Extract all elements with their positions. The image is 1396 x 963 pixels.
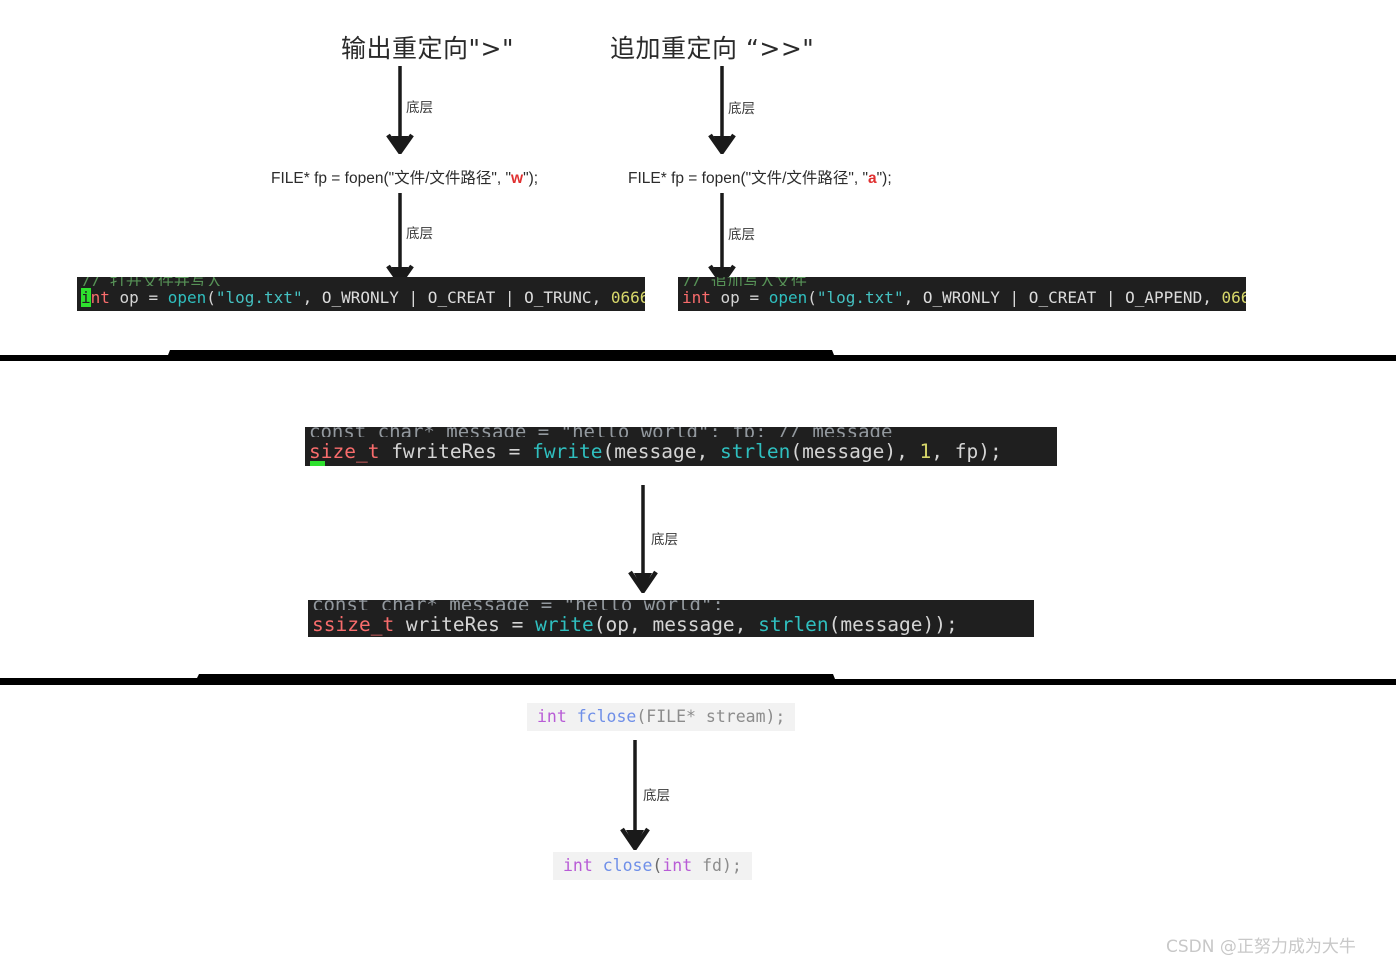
close-paren-fwrite: ); — [978, 440, 1002, 463]
code-fclose-signature: int fclose(FILE* stream); — [527, 703, 796, 731]
arg-op-message-write: op, message, — [605, 613, 759, 636]
str-logtxt-right: "log.txt" — [816, 288, 904, 307]
flags-left: , O_WRONLY | O_CREAT | O_TRUNC, — [302, 288, 611, 307]
code-line-open-append: int op = open("log.txt", O_WRONLY | O_CR… — [678, 286, 1246, 310]
kw-int-left: nt — [90, 288, 110, 307]
kw-int-fclose: int — [537, 707, 567, 726]
divider-line-1 — [0, 346, 1396, 362]
fopen-left-prefix: FILE* fp = fopen("文件/文件路径", " — [271, 170, 512, 187]
kw-size-t: size_t — [309, 440, 380, 463]
paren-left: ( — [206, 288, 216, 307]
kw-ssize-t: ssize_t — [312, 613, 395, 636]
args-fclose: (FILE* stream); — [636, 707, 786, 726]
code-line-fwrite: size_t fwriteRes = fwrite(message, strle… — [305, 437, 1057, 466]
paren-fwrite: ( — [602, 440, 615, 463]
var-writeres: writeRes = — [394, 613, 536, 636]
arg-strlen-write: (message) — [828, 613, 935, 636]
arrow-label-left-top: 底层 — [406, 100, 433, 116]
code-close-signature: int close(int fd); — [553, 852, 752, 880]
code-ghost-comment-fwrite: const char* message = "hello world"; fp;… — [305, 427, 1057, 437]
kw-int-close: int — [563, 856, 593, 875]
fopen-right-suffix: "); — [876, 170, 892, 187]
cursor-bar-fwrite — [310, 461, 325, 466]
fopen-right-statement: FILE* fp = fopen("文件/文件路径", "a"); — [628, 166, 892, 188]
code-ghost-comment-write: const char* message = "hello world"; — [308, 600, 1034, 610]
num-0666-left: 0666 — [610, 288, 645, 307]
kw-int-fd: int — [662, 856, 693, 875]
fn-strlen-fwrite: strlen — [719, 440, 791, 463]
arrow-label-right-top: 底层 — [728, 101, 755, 117]
num-0666-right: 0666 — [1221, 288, 1246, 307]
diagram-canvas: 输出重定向">" 追加重定向 “>>" 底层 底层 FILE* fp = fop… — [0, 0, 1396, 963]
fopen-right-prefix: FILE* fp = fopen("文件/文件路径", " — [628, 170, 869, 187]
arrow-label-left-mid: 底层 — [406, 226, 433, 242]
cursor-block-left: i — [81, 288, 91, 307]
code-ghost-comment-left: // 打开文件并写入 — [77, 277, 645, 286]
str-logtxt-left: "log.txt" — [215, 288, 303, 307]
code-block-write: const char* message = "hello world"; ssi… — [308, 600, 1034, 637]
code-line-write: ssize_t writeRes = write(op, message, st… — [308, 610, 1034, 637]
code-block-open-append: // 追加写入文件 int op = open("log.txt", O_WRO… — [678, 277, 1246, 311]
fopen-left-statement: FILE* fp = fopen("文件/文件路径", "w"); — [271, 166, 538, 188]
code-line-open-trunc: int op = open("log.txt", O_WRONLY | O_CR… — [77, 286, 645, 310]
code-block-fwrite: const char* message = "hello world"; fp;… — [305, 427, 1057, 466]
arrow-label-right-mid: 底层 — [728, 227, 755, 243]
arrow-label-fwrite: 底层 — [651, 532, 678, 548]
arg-fp-fwrite: , fp — [931, 440, 979, 463]
paren-close: ( — [652, 856, 663, 875]
heading-output-redirect: 输出重定向">" — [341, 34, 514, 63]
paren-write: ( — [593, 613, 606, 636]
heading-append-redirect: 追加重定向 “>>" — [610, 34, 815, 63]
paren-right: ( — [807, 288, 817, 307]
var-op-left: op = — [109, 288, 168, 307]
fn-fclose: fclose — [566, 707, 637, 726]
arg-message-fwrite: message, — [614, 440, 720, 463]
close-paren-write: ); — [934, 613, 958, 636]
kw-int-right: int — [682, 288, 711, 307]
divider-line-2 — [0, 672, 1396, 688]
fopen-right-mode: a — [868, 170, 877, 187]
code-block-open-trunc: // 打开文件并写入 int op = open("log.txt", O_WR… — [77, 277, 645, 311]
fn-write: write — [535, 613, 594, 636]
var-op-right: op = — [710, 288, 769, 307]
fn-fwrite: fwrite — [532, 440, 603, 463]
fn-strlen-write: strlen — [758, 613, 829, 636]
flags-right: , O_WRONLY | O_CREAT | O_APPEND, — [903, 288, 1222, 307]
code-ghost-comment-right: // 追加写入文件 — [678, 277, 1246, 286]
arrow-label-fclose: 底层 — [643, 788, 670, 804]
fn-close: close — [592, 856, 653, 875]
var-fwriteres: fwriteRes = — [379, 440, 533, 463]
watermark-csdn: CSDN @正努力成为大牛 — [1166, 937, 1356, 957]
fn-open-right: open — [768, 288, 808, 307]
arg-strlen-fwrite: (message), — [790, 440, 920, 463]
fopen-left-mode: w — [511, 170, 524, 187]
fopen-left-suffix: "); — [523, 170, 539, 187]
num-1-fwrite: 1 — [919, 440, 932, 463]
args-close: fd); — [692, 856, 742, 875]
fn-open-left: open — [167, 288, 207, 307]
